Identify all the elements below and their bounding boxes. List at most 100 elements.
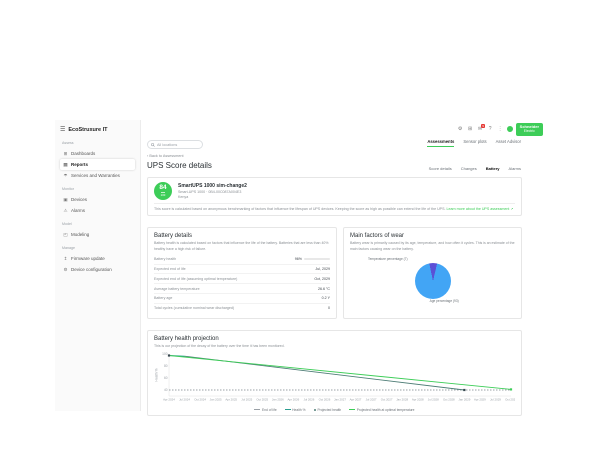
page-tabs: Assessments Sensor plots Asset Advisor — [427, 139, 521, 147]
x-tick: Jul 2027 — [366, 397, 377, 401]
help-icon[interactable]: ? — [487, 126, 494, 132]
search-placeholder: All locations — [157, 143, 177, 147]
x-tick: Jul 2024 — [179, 397, 190, 401]
legend-label: Projected health at optimal temperature — [357, 408, 415, 412]
x-tick: Jan 2029 — [458, 397, 470, 401]
services-icon: ☂ — [63, 173, 68, 179]
expected-eol-optimal-row: Expected end of life (assuming optimal t… — [154, 273, 330, 283]
legend-swatch — [349, 409, 355, 410]
sidebar-item-label: Reports — [71, 162, 88, 167]
legend-label: Projected health — [317, 408, 341, 412]
x-tick: Jan 2028 — [396, 397, 408, 401]
x-tick: Jan 2027 — [334, 397, 346, 401]
subtab-score-details[interactable]: Score details — [429, 166, 452, 171]
location-search-input[interactable]: All locations — [147, 140, 203, 149]
sidebar-item-device-configuration[interactable]: ⚙ Device configuration — [60, 264, 135, 275]
score-max: 100 — [161, 192, 166, 196]
sidebar-item-firmware-update[interactable]: ↥ Firmware update — [60, 253, 135, 264]
x-tick: Jul 2029 — [490, 397, 501, 401]
menu-icon[interactable]: ☰ — [60, 126, 65, 133]
sidebar-section-assess: Assess — [62, 141, 135, 145]
main-content: ⚙ ⊞ ✉9 ? ⋮ Schneider Electric All locati… — [141, 120, 545, 411]
legend-item-end-of-life[interactable]: End of life — [254, 408, 276, 412]
subtab-alarms[interactable]: Alarms — [509, 166, 521, 171]
learn-more-link[interactable]: Learn more about the UPS assessment ↗ — [446, 207, 513, 211]
x-tick: Oct 2029 — [505, 397, 515, 401]
sidebar-item-label: Firmware update — [71, 256, 105, 261]
x-tick: Jul 2025 — [241, 397, 252, 401]
topbar: ⚙ ⊞ ✉9 ? ⋮ Schneider Electric — [457, 123, 543, 136]
notifications-icon[interactable]: ✉9 — [477, 126, 484, 132]
x-tick: Apr 2028 — [412, 397, 424, 401]
projection-description: This is our projection of the decay of t… — [154, 344, 515, 349]
subtab-changes[interactable]: Changes — [461, 166, 477, 171]
sidebar-item-reports[interactable]: ▤ Reports — [60, 159, 135, 170]
sidebar-item-label: Dashboards — [71, 151, 95, 156]
sidebar-section-monitor: Monitor — [62, 187, 135, 191]
x-tick: Apr 2027 — [350, 397, 362, 401]
score-description: This score is calculated based on anonym… — [154, 207, 445, 211]
pie-label-age: Age percentage (93) — [430, 299, 459, 303]
series-projected-health-at-optimal-temperature — [169, 355, 511, 389]
score-value: 84 — [159, 185, 166, 192]
sidebar-item-alarms[interactable]: ⚠ Alarms — [60, 205, 135, 216]
sidebar-item-services-warranties[interactable]: ☂ Services and Warranties — [60, 170, 135, 181]
settings-icon[interactable]: ⚙ — [457, 126, 464, 132]
app-logo: ☰ EcoStruxure IT — [60, 126, 135, 133]
sidebar-item-label: Alarms — [71, 208, 85, 213]
x-tick: Apr 2025 — [225, 397, 237, 401]
dashboards-icon: ⊞ — [63, 151, 68, 157]
wear-pie-chart: Temperature percentage (7) Age percentag… — [350, 255, 515, 303]
sidebar-item-modeling[interactable]: ◰ Modeling — [60, 229, 135, 240]
legend-swatch — [254, 409, 260, 410]
apps-icon[interactable]: ⊞ — [467, 126, 474, 132]
subtab-battery[interactable]: Battery — [486, 166, 500, 171]
x-tick: Apr 2029 — [474, 397, 486, 401]
tab-assessments[interactable]: Assessments — [427, 139, 454, 147]
score-badge: 84 100 — [154, 182, 172, 200]
svg-text:40: 40 — [164, 388, 168, 392]
back-to-assessment-link[interactable]: ‹ Back to Assessment — [147, 154, 545, 158]
sidebar-item-devices[interactable]: ▣ Devices — [60, 194, 135, 205]
expected-eol-row: Expected end of life Jul, 2029 — [154, 264, 330, 274]
x-tick: Jul 2026 — [303, 397, 314, 401]
legend-item-health-[interactable]: Health % — [285, 408, 306, 412]
battery-health-value: 96% — [295, 257, 302, 261]
user-avatar[interactable] — [507, 126, 513, 132]
chart-legend: End of life Health % Projected health Proje… — [154, 408, 515, 412]
notification-badge: 9 — [481, 124, 484, 128]
sidebar-section-manage: Manage — [62, 246, 135, 250]
legend-item-projected-health-at-optimal-temperature[interactable]: Projected health at optimal temperature — [349, 408, 414, 412]
legend-label: End of life — [262, 408, 277, 412]
x-tick: Oct 2024 — [194, 397, 206, 401]
devices-icon: ▣ — [63, 197, 68, 203]
avg-temperature-row: Average battery temperature 26.6 °C — [154, 283, 330, 293]
device-info: Smart-UPS 1000 · 0B4-00C087A004E3 — [178, 190, 247, 194]
tab-asset-advisor[interactable]: Asset Advisor — [496, 139, 521, 147]
sidebar-item-dashboards[interactable]: ⊞ Dashboards — [60, 148, 135, 159]
sidebar-item-label: Device configuration — [71, 267, 112, 272]
legend-label: Health % — [292, 408, 305, 412]
svg-text:100: 100 — [162, 352, 168, 356]
x-tick: Jan 2026 — [272, 397, 284, 401]
legend-item-projected-health[interactable]: Projected health — [314, 408, 342, 412]
battery-details-description: Battery health is calculated based on fa… — [154, 241, 330, 252]
more-icon[interactable]: ⋮ — [497, 126, 504, 132]
battery-health-projection-card: Battery health projection This is our pr… — [147, 330, 522, 416]
ecostruxure-app: ☰ EcoStruxure IT Assess ⊞ Dashboards ▤ R… — [55, 120, 545, 411]
device-configuration-icon: ⚙ — [63, 267, 68, 273]
legend-swatch — [314, 409, 316, 411]
x-tick: Apr 2026 — [287, 397, 299, 401]
battery-health-row: Battery health 96% — [154, 255, 330, 264]
x-tick: Oct 2025 — [256, 397, 268, 401]
modeling-icon: ◰ — [63, 232, 68, 238]
projection-title: Battery health projection — [154, 336, 515, 342]
sidebar-item-label: Devices — [71, 197, 87, 202]
tab-sensor-plots[interactable]: Sensor plots — [463, 139, 486, 147]
battery-details-title: Battery details — [154, 233, 330, 239]
sidebar-item-label: Services and Warranties — [71, 173, 120, 178]
alarms-icon: ⚠ — [63, 208, 68, 214]
x-tick: Jul 2028 — [428, 397, 439, 401]
ups-score-card: 84 100 SmartUPS 1000 sim-change2 Smart-U… — [147, 177, 522, 216]
battery-age-row: Battery age 0.2 Y — [154, 293, 330, 303]
